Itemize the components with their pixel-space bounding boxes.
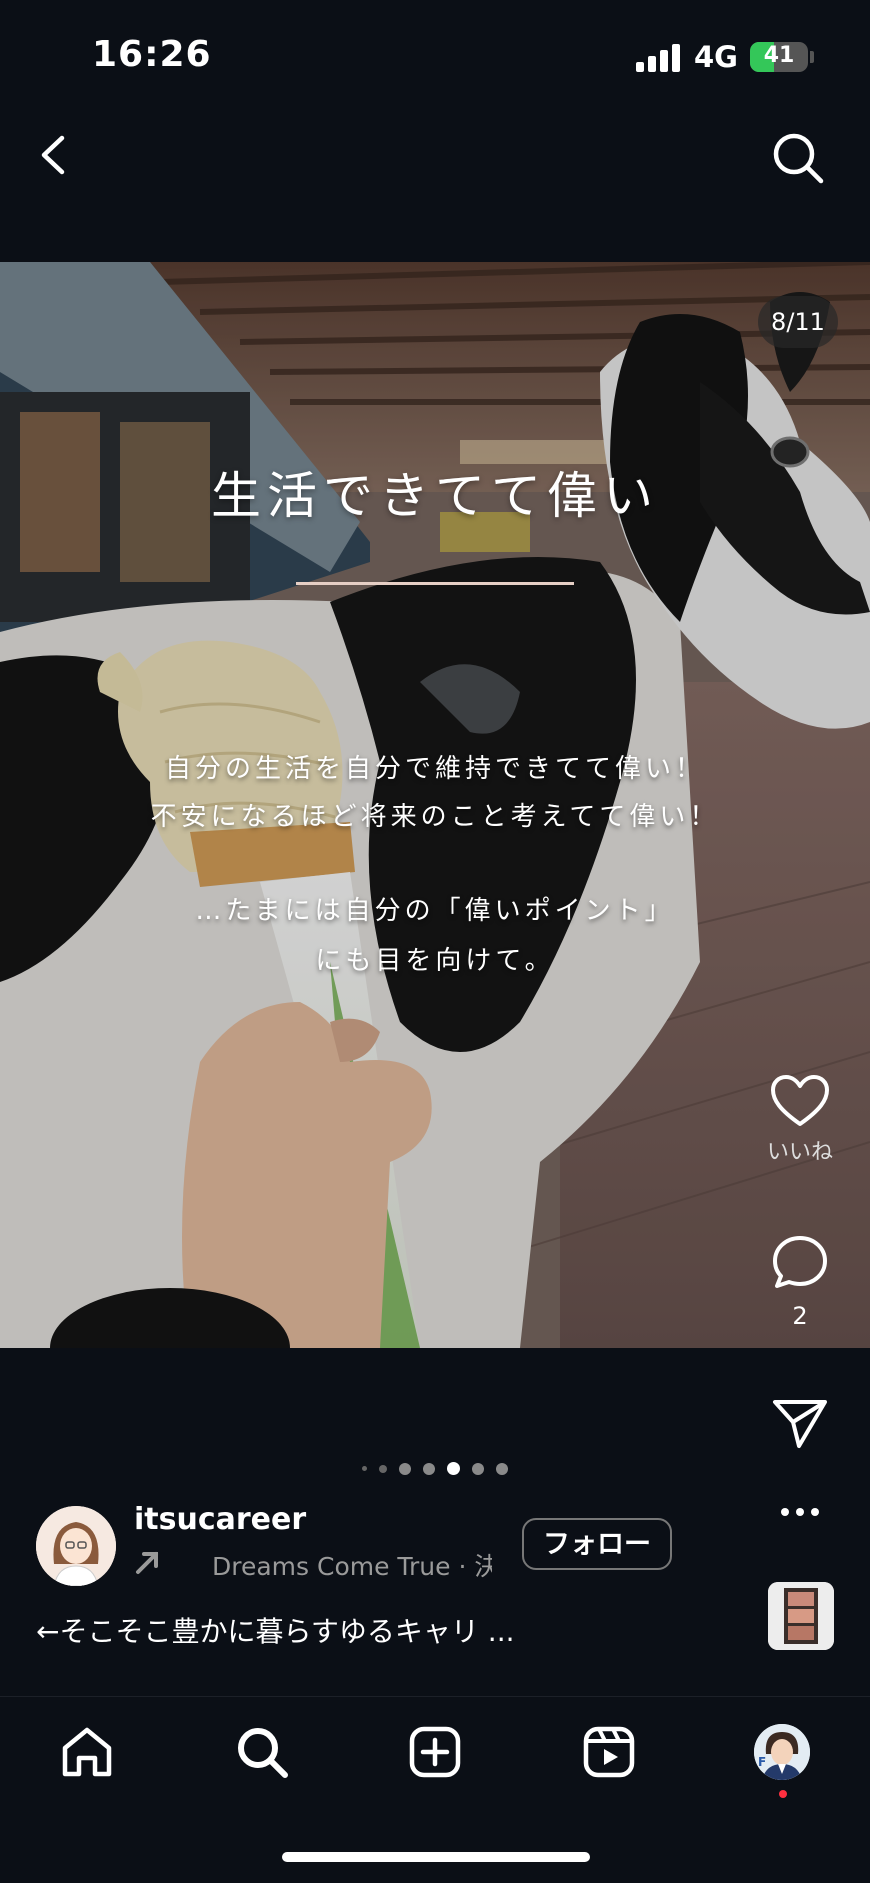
comment-icon [773,1236,827,1288]
nav-search[interactable] [234,1724,290,1780]
chevron-left-icon [41,135,65,175]
battery-tip [810,51,814,63]
carousel-dots [0,1462,870,1475]
send-icon [773,1400,827,1448]
nav-home[interactable] [59,1724,115,1780]
carousel-dot [362,1466,367,1471]
search-button[interactable] [770,130,826,186]
notification-dot [779,1790,787,1798]
music-info[interactable]: Dreams Come True · 決 [212,1547,492,1583]
svg-text:F: F [758,1755,766,1769]
carousel-dot-active [447,1462,460,1475]
home-icon [62,1727,112,1777]
username[interactable]: itsucareer [134,1502,306,1537]
comment-count: 2 [792,1302,808,1330]
carousel-dot [496,1462,508,1475]
reels-icon [583,1726,635,1778]
profile-avatar: F [754,1724,810,1780]
network-label: 4G [694,40,738,74]
carousel-dot [379,1464,387,1473]
search-icon [238,1728,288,1778]
search-icon [773,133,824,184]
like-label: いいね [766,1140,833,1165]
carousel-dot [399,1462,411,1475]
nav-create[interactable] [407,1724,463,1780]
title-divider [296,582,574,585]
carousel-counter: 8/11 [758,296,838,348]
music-arrow-icon [134,1548,162,1576]
post-text-line-3: …たまには自分の「偉いポイント」 [195,896,675,926]
status-time: 16:26 [92,34,212,75]
more-icon [781,1508,819,1516]
home-indicator[interactable] [282,1852,590,1862]
post-text-line-2: 不安になるほど将来のこと考えてて偉い！ [150,802,720,832]
post-text-line-1: 自分の生活を自分で維持できてて偉い！ [164,754,705,784]
battery-icon: 41 [750,42,808,72]
battery-level: 41 [763,43,795,68]
share-button[interactable] [760,1396,840,1450]
more-options-button[interactable] [760,1506,840,1518]
nav-reels[interactable] [581,1724,637,1780]
carousel-dot [472,1462,484,1475]
user-avatar[interactable] [36,1506,116,1586]
carousel-dot [423,1462,435,1475]
photo-strip-icon [768,1582,834,1650]
post-title: 生活できてて偉い [211,467,659,525]
follow-button[interactable]: フォロー [522,1518,672,1570]
audio-thumbnail[interactable] [768,1582,834,1650]
nav-profile[interactable]: F [754,1724,810,1780]
post-text-line-4: にも目を向けて。 [315,946,555,976]
back-button[interactable] [30,130,80,180]
illustrated-avatar [36,1506,116,1586]
heart-icon [771,1075,829,1126]
like-button[interactable]: いいね [760,1074,840,1166]
comment-button[interactable]: 2 [760,1234,840,1330]
create-icon [409,1726,461,1778]
signal-icon [636,44,680,72]
post-caption[interactable]: ←そこそこ豊かに暮らすゆるキャリ ... [36,1610,515,1650]
